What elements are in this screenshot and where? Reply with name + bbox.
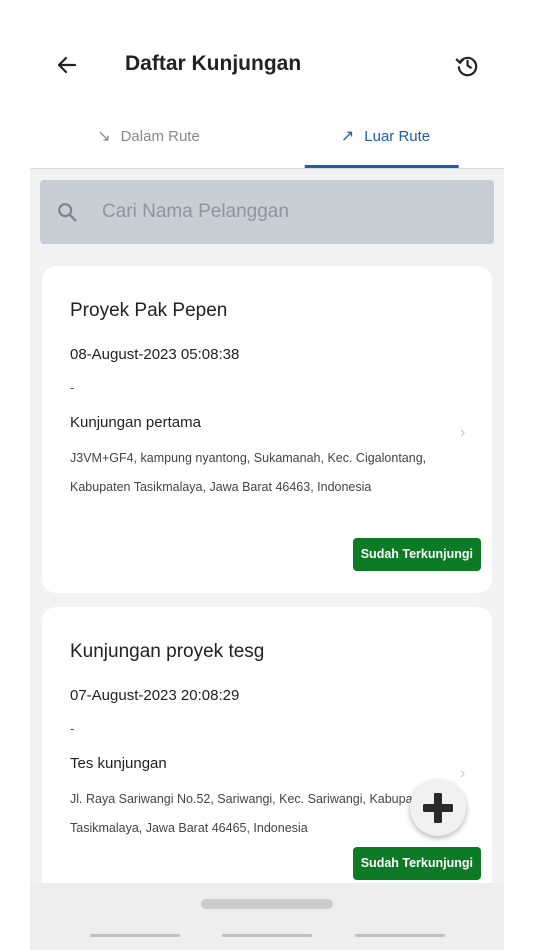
bottom-bar: [30, 883, 504, 950]
app-screen: Daftar Kunjungan ↘ Dalam Rute ↗ Luar Rut…: [30, 0, 504, 950]
arrow-down-right-icon: ↘: [97, 128, 111, 145]
system-nav-line: [90, 934, 180, 937]
chevron-right-icon: ›: [460, 424, 466, 441]
history-button[interactable]: [450, 48, 484, 82]
chevron-right-icon: ›: [460, 765, 466, 782]
system-nav-line: [222, 934, 312, 937]
search-input[interactable]: Cari Nama Pelanggan: [40, 180, 494, 244]
visit-card[interactable]: Kunjungan proyek tesg 07-August-2023 20:…: [42, 607, 492, 907]
home-indicator[interactable]: [201, 899, 333, 909]
visit-note: -: [70, 380, 75, 395]
visit-card[interactable]: Proyek Pak Pepen 08-August-2023 05:08:38…: [42, 266, 492, 593]
search-icon: [58, 203, 77, 222]
back-button[interactable]: [50, 48, 84, 82]
app-header: Daftar Kunjungan: [30, 0, 504, 104]
status-badge: Sudah Terkunjungi: [352, 538, 481, 571]
visit-datetime: 08-August-2023 05:08:38: [70, 346, 240, 363]
arrow-left-icon: [57, 56, 77, 74]
visit-note: -: [70, 721, 75, 736]
tab-label: Luar Rute: [364, 127, 431, 145]
arrow-up-right-icon: ↗: [340, 128, 355, 145]
add-visit-button[interactable]: [410, 780, 466, 836]
search-placeholder: Cari Nama Pelanggan: [102, 201, 289, 222]
plus-icon: [423, 793, 453, 823]
visit-address: J3VM+GF4, kampung nyantong, Sukamanah, K…: [70, 451, 427, 494]
customer-name: Proyek Pak Pepen: [70, 300, 228, 321]
status-badge: Sudah Terkunjungi: [352, 847, 481, 880]
visit-type: Tes kunjungan: [70, 755, 167, 772]
visit-address: Jl. Raya Sariwangi No.52, Sariwangi, Kec…: [70, 792, 430, 835]
visit-type: Kunjungan pertama: [70, 414, 201, 431]
tab-luar-rute[interactable]: ↗ Luar Rute: [267, 104, 504, 168]
visit-datetime: 07-August-2023 20:08:29: [70, 687, 240, 704]
tab-label: Dalam Rute: [120, 127, 200, 145]
page-title: Daftar Kunjungan: [125, 52, 302, 75]
customer-name: Kunjungan proyek tesg: [70, 641, 265, 662]
system-nav-line: [355, 934, 445, 937]
active-tab-indicator: [304, 165, 459, 168]
route-tabs: ↘ Dalam Rute ↗ Luar Rute: [30, 104, 504, 169]
history-icon: [455, 56, 478, 77]
tab-dalam-rute[interactable]: ↘ Dalam Rute: [30, 104, 267, 168]
